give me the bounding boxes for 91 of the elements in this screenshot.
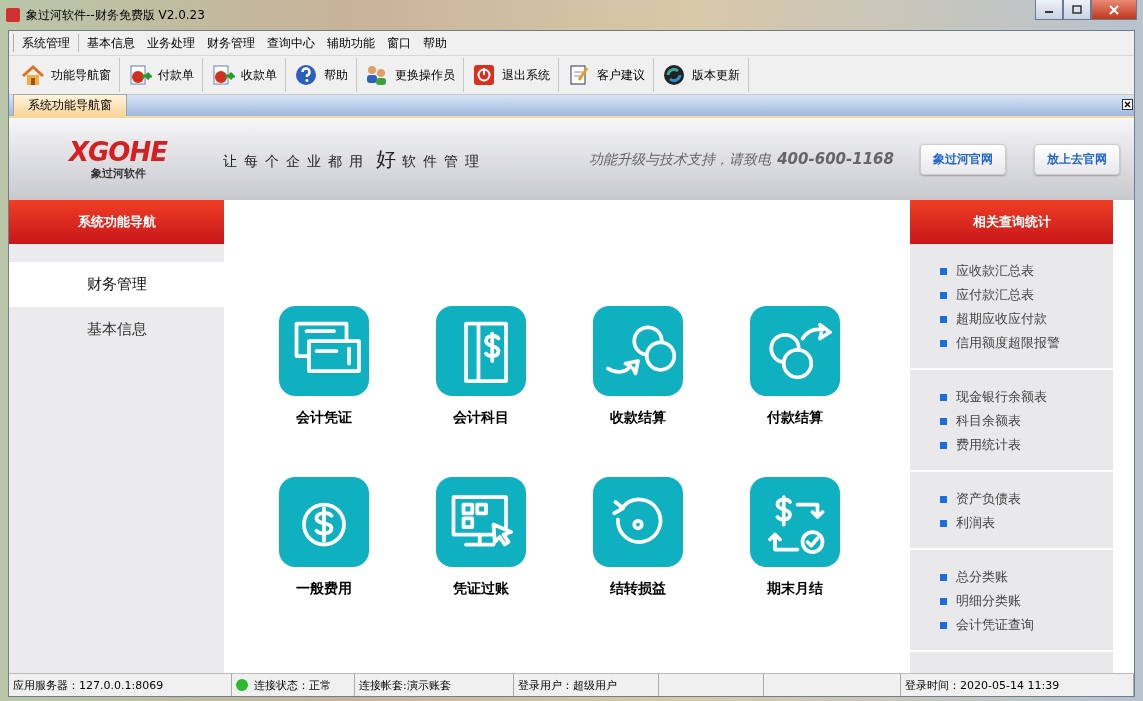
report-link[interactable]: 超期应收应付款	[956, 310, 1047, 328]
panel-header: 系统功能导航	[9, 200, 224, 244]
report-link[interactable]: 信用额度超限报警	[956, 334, 1060, 352]
bullet-icon	[940, 573, 947, 581]
close-icon	[1108, 4, 1120, 15]
toolbar-button[interactable]: 功能导航窗	[13, 58, 120, 92]
window-title: 象过河软件--财务免费版 V2.0.23	[26, 6, 206, 24]
notepad-icon	[567, 64, 591, 86]
users-icon	[365, 64, 389, 86]
report-link[interactable]: 总分类账	[956, 568, 1008, 586]
report-link[interactable]: 费用统计表	[956, 436, 1021, 454]
bullet-icon	[940, 417, 947, 425]
function-tile-icon[interactable]	[593, 306, 683, 396]
report-link[interactable]: 现金银行余额表	[956, 388, 1047, 406]
close-button[interactable]	[1091, 0, 1137, 20]
maximize-icon	[1072, 5, 1082, 14]
menu-item[interactable]: 辅助功能	[321, 34, 381, 52]
toolbar-button[interactable]: 更换操作员	[357, 58, 464, 92]
function-tile-icon[interactable]	[279, 306, 369, 396]
tile-label[interactable]: 会计科目	[453, 409, 509, 427]
tile-label[interactable]: 结转损益	[610, 580, 666, 598]
status-text: 登录用户：超级用户	[518, 677, 617, 693]
toolbar-button[interactable]: 帮助	[286, 58, 357, 92]
status-text: 连接帐套:演示账套	[359, 677, 451, 693]
bullet-icon	[940, 597, 947, 605]
app-logo-icon	[6, 8, 20, 22]
bullet-icon	[940, 315, 947, 323]
report-link[interactable]: 利润表	[956, 514, 995, 532]
tile-label[interactable]: 期末月结	[767, 580, 823, 598]
close-icon[interactable]	[1122, 99, 1133, 110]
bullet-icon	[940, 339, 947, 347]
function-tile-icon[interactable]	[436, 306, 526, 396]
bullet-icon	[940, 519, 947, 527]
slogan-highlight: 好	[376, 145, 396, 173]
nav-item[interactable]: 财务管理	[9, 262, 224, 307]
toolbar-button[interactable]: 付款单	[120, 58, 203, 92]
menu-item[interactable]: 窗口	[381, 34, 417, 52]
report-link[interactable]: 应付款汇总表	[956, 286, 1034, 304]
function-tile-icon[interactable]	[750, 306, 840, 396]
report-link[interactable]: 资产负债表	[956, 490, 1021, 508]
toolbar-button[interactable]: 退出系统	[464, 58, 559, 92]
bullet-icon	[940, 267, 947, 275]
bullet-icon	[940, 495, 947, 503]
panel-header: 相关查询统计	[910, 200, 1113, 244]
bullet-icon	[940, 393, 947, 401]
tile-label[interactable]: 付款结算	[767, 409, 823, 427]
home-icon	[21, 64, 45, 86]
power-icon	[472, 64, 496, 86]
function-tile-icon[interactable]	[279, 477, 369, 567]
report-link[interactable]: 明细分类账	[956, 592, 1021, 610]
function-tile-icon[interactable]	[436, 477, 526, 567]
toolbar-button[interactable]: 版本更新	[654, 58, 749, 92]
refresh-icon	[662, 64, 686, 86]
help-icon	[294, 64, 318, 86]
tile-label[interactable]: 会计凭证	[296, 409, 352, 427]
website-button[interactable]: 放上去官网	[1034, 143, 1120, 175]
function-tile-icon[interactable]	[750, 477, 840, 567]
function-tile-icon[interactable]	[593, 477, 683, 567]
website-button[interactable]: 象过河官网	[920, 143, 1006, 175]
toolbar-button[interactable]: 收款单	[203, 58, 286, 92]
menu-item[interactable]: 财务管理	[201, 34, 261, 52]
menu-item[interactable]: 查询中心	[261, 34, 321, 52]
bullet-icon	[940, 621, 947, 629]
phone-number: 400-600-1168	[777, 149, 894, 168]
tile-label[interactable]: 收款结算	[610, 409, 666, 427]
menu-item[interactable]: 系统管理	[16, 34, 76, 52]
status-text: 登录时间：2020-05-14 11:39	[905, 677, 1060, 693]
bullet-icon	[940, 291, 947, 299]
document-tab[interactable]: 系统功能导航窗	[13, 94, 127, 116]
menu-item[interactable]: 基本信息	[81, 34, 141, 52]
status-text: 连接状态：正常	[254, 677, 331, 693]
slogan-text: 让每个企业都用	[223, 152, 370, 171]
logo-subtitle: 象过河软件	[90, 165, 146, 181]
bullet-icon	[940, 441, 947, 449]
nav-item[interactable]: 基本信息	[9, 307, 224, 352]
tile-label[interactable]: 一般费用	[296, 580, 352, 598]
maximize-button[interactable]	[1063, 0, 1091, 20]
menu-item[interactable]: 帮助	[417, 34, 453, 52]
report-link[interactable]: 科目余额表	[956, 412, 1021, 430]
status-text: 应用服务器：127.0.0.1:8069	[13, 677, 164, 693]
payment-doc-icon	[128, 64, 152, 86]
support-text: 功能升级与技术支持，请致电	[589, 150, 772, 169]
toolbar-button[interactable]: 客户建议	[559, 58, 654, 92]
logo-text: XGOHE	[69, 137, 167, 166]
report-link[interactable]: 会计凭证查询	[956, 616, 1034, 634]
tile-label[interactable]: 凭证过账	[453, 580, 509, 598]
menu-item[interactable]: 业务处理	[141, 34, 201, 52]
receipt-doc-icon	[211, 64, 235, 86]
minimize-button[interactable]	[1035, 0, 1063, 20]
report-link[interactable]: 应收款汇总表	[956, 262, 1034, 280]
slogan-text: 软件管理	[402, 152, 486, 171]
